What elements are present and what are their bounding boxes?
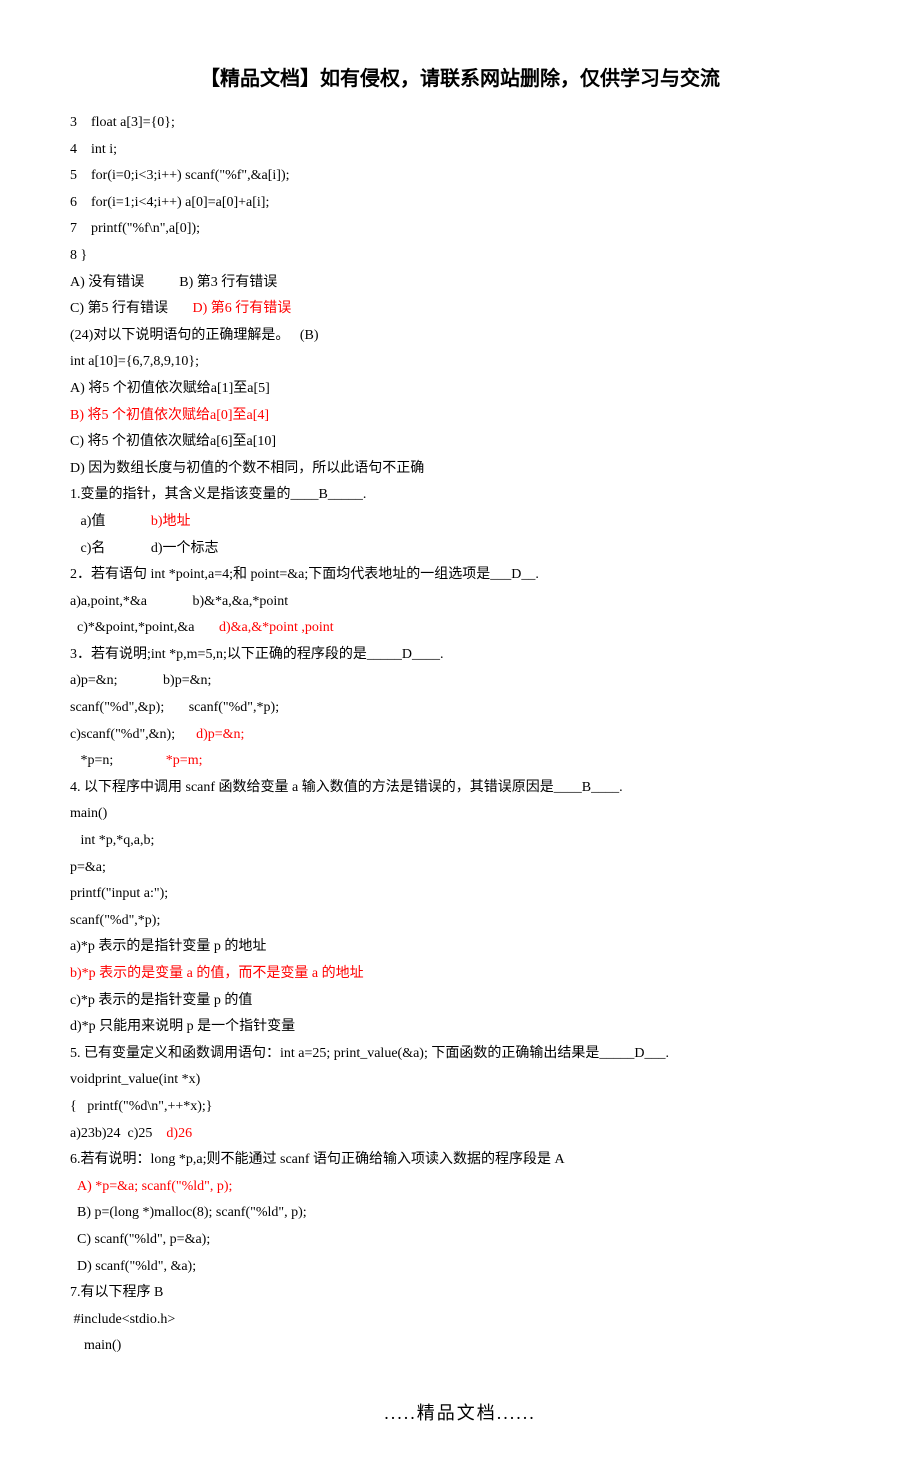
text-line: scanf("%d",&p); scanf("%d",*p); — [70, 695, 850, 722]
text-line: a)23b)24 c)25 d)26 — [70, 1121, 850, 1148]
text-line: 4. 以下程序中调用 scanf 函数给变量 a 输入数值的方法是错误的，其错误… — [70, 775, 850, 802]
answer-text: d)p=&n; — [196, 727, 244, 742]
text-line: c)*&point,*point,&a d)&a,&*point ,point — [70, 615, 850, 642]
text-line: printf("input a:"); — [70, 881, 850, 908]
text-line: 6 for(i=1;i<4;i++) a[0]=a[0]+a[i]; — [70, 190, 850, 217]
text-line: main() — [70, 1333, 850, 1360]
text-line: 5 for(i=0;i<3;i++) scanf("%f",&a[i]); — [70, 163, 850, 190]
text-line: 6.若有说明：long *p,a;则不能通过 scanf 语句正确给输入项读入数… — [70, 1147, 850, 1174]
text-line: B) 将5 个初值依次赋给a[0]至a[4] — [70, 403, 850, 430]
text-line: scanf("%d",*p); — [70, 908, 850, 935]
text-line: D) scanf("%ld", &a); — [70, 1254, 850, 1281]
text-line: int a[10]={6,7,8,9,10}; — [70, 349, 850, 376]
text-line: p=&a; — [70, 855, 850, 882]
text-span: C) 第5 行有错误 — [70, 301, 193, 316]
text-line: *p=n; *p=m; — [70, 748, 850, 775]
text-line: A) *p=&a; scanf("%ld", p); — [70, 1174, 850, 1201]
text-span: c)scanf("%d",&n); — [70, 727, 196, 742]
text-line: C) 将5 个初值依次赋给a[6]至a[10] — [70, 429, 850, 456]
answer-text: d)26 — [166, 1126, 192, 1141]
text-line: b)*p 表示的是变量 a 的值，而不是变量 a 的地址 — [70, 961, 850, 988]
text-line: 8 } — [70, 243, 850, 270]
text-span: a)值 — [70, 514, 151, 529]
text-line: c)*p 表示的是指针变量 p 的值 — [70, 988, 850, 1015]
text-line: int *p,*q,a,b; — [70, 828, 850, 855]
text-line: main() — [70, 801, 850, 828]
answer-text: b)地址 — [151, 514, 191, 529]
text-line: 5. 已有变量定义和函数调用语句：int a=25; print_value(&… — [70, 1041, 850, 1068]
text-line: a)a,point,*&a b)&*a,&a,*point — [70, 589, 850, 616]
page-title: 【精品文档】如有侵权，请联系网站删除，仅供学习与交流 — [70, 60, 850, 98]
text-line: #include<stdio.h> — [70, 1307, 850, 1334]
text-line: A) 没有错误 B) 第3 行有错误 — [70, 270, 850, 297]
text-line: B) p=(long *)malloc(8); scanf("%ld", p); — [70, 1200, 850, 1227]
text-line: 4 int i; — [70, 137, 850, 164]
text-line: 2．若有语句 int *point,a=4;和 point=&a;下面均代表地址… — [70, 562, 850, 589]
text-line: 3 float a[3]={0}; — [70, 110, 850, 137]
text-line: c)scanf("%d",&n); d)p=&n; — [70, 722, 850, 749]
answer-text: d)&a,&*point ,point — [219, 620, 334, 635]
text-line: C) 第5 行有错误 D) 第6 行有错误 — [70, 296, 850, 323]
text-line: c)名 d)一个标志 — [70, 536, 850, 563]
text-line: voidprint_value(int *x) — [70, 1067, 850, 1094]
document-body: 3 float a[3]={0};4 int i;5 for(i=0;i<3;i… — [70, 110, 850, 1360]
text-line: C) scanf("%ld", p=&a); — [70, 1227, 850, 1254]
text-line: 7.有以下程序 B — [70, 1280, 850, 1307]
text-span: c)*&point,*point,&a — [70, 620, 219, 635]
text-line: (24)对以下说明语句的正确理解是。 (B) — [70, 323, 850, 350]
text-line: D) 因为数组长度与初值的个数不相同，所以此语句不正确 — [70, 456, 850, 483]
text-line: 1.变量的指针，其含义是指该变量的____B_____. — [70, 482, 850, 509]
text-line: a)值 b)地址 — [70, 509, 850, 536]
page-footer: .....精品文档...... — [70, 1396, 850, 1430]
text-line: a)p=&n; b)p=&n; — [70, 668, 850, 695]
answer-text: D) 第6 行有错误 — [193, 301, 292, 316]
text-span: *p=n; — [70, 753, 166, 768]
text-line: d)*p 只能用来说明 p 是一个指针变量 — [70, 1014, 850, 1041]
answer-text: *p=m; — [166, 753, 203, 768]
text-line: { printf("%d\n",++*x);} — [70, 1094, 850, 1121]
text-line: 3．若有说明;int *p,m=5,n;以下正确的程序段的是_____D____… — [70, 642, 850, 669]
text-line: 7 printf("%f\n",a[0]); — [70, 216, 850, 243]
text-line: a)*p 表示的是指针变量 p 的地址 — [70, 934, 850, 961]
text-line: A) 将5 个初值依次赋给a[1]至a[5] — [70, 376, 850, 403]
text-span: a)23b)24 c)25 — [70, 1126, 166, 1141]
